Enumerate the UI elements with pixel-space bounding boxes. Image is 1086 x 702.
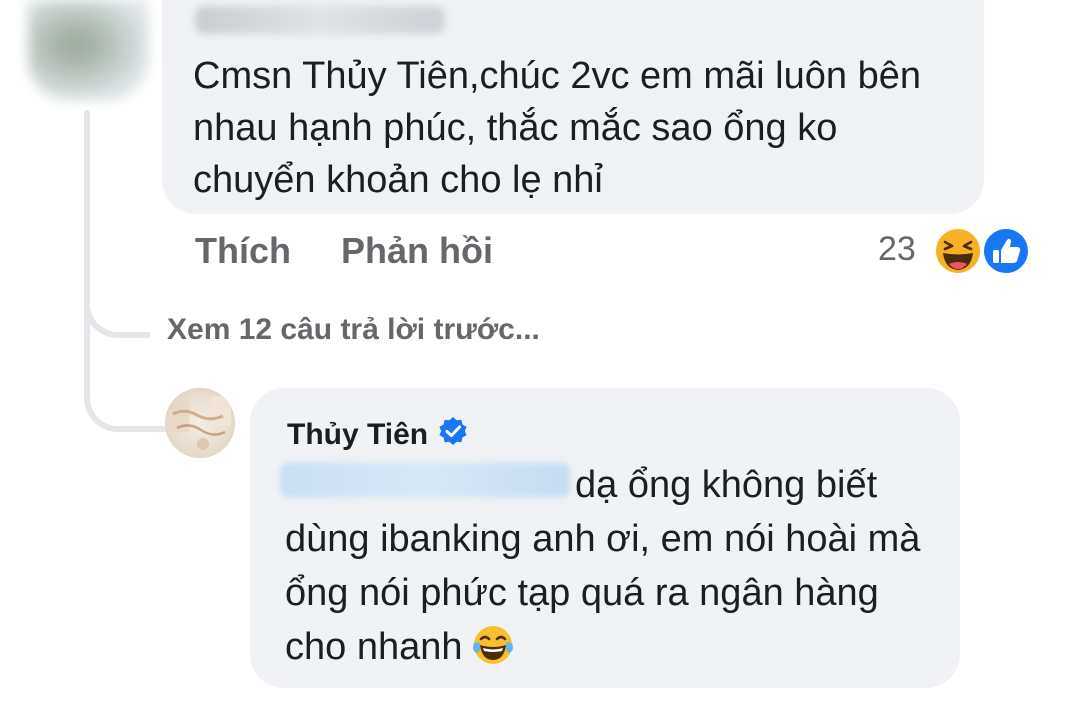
reply-text: dạ ổng không biết dùng ibanking anh ơi, … (285, 464, 921, 668)
reply-button[interactable]: Phản hồi (341, 230, 493, 272)
reply-author-label: Thủy Tiên (287, 418, 429, 451)
commenter-avatar[interactable] (28, 0, 148, 100)
like-icon (982, 227, 1030, 275)
reply-author-name[interactable]: Thủy Tiên (287, 416, 468, 454)
verified-badge-icon (438, 416, 468, 454)
commenter-name-redacted[interactable] (195, 6, 445, 34)
thread-branch-reply (84, 300, 166, 432)
reaction-count[interactable]: 23 (878, 230, 916, 269)
comment-text: Cmsn Thủy Tiên,chúc 2vc em mãi luôn bên … (193, 55, 921, 201)
haha-icon (934, 227, 982, 275)
tears-of-joy-emoji (471, 623, 515, 682)
comment-thread: Cmsn Thủy Tiên,chúc 2vc em mãi luôn bên … (0, 0, 1086, 702)
like-button[interactable]: Thích (195, 230, 291, 272)
reactions-summary[interactable] (934, 225, 1034, 277)
reply-author-avatar[interactable] (165, 388, 235, 458)
reply-text-block: dạ ổng không biết dùng ibanking anh ơi, … (285, 458, 945, 682)
view-previous-replies-link[interactable]: Xem 12 câu trả lời trước... (167, 313, 540, 347)
